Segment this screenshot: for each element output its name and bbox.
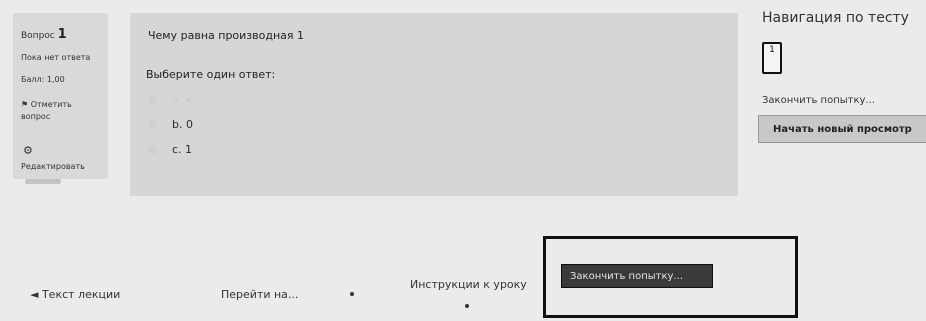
flag-label: Отметить вопрос: [21, 100, 72, 121]
question-status: Пока нет ответа: [21, 53, 91, 62]
question-grade: Балл: 1,00: [21, 75, 65, 84]
question-nav-button[interactable]: 1: [762, 42, 782, 74]
option-a-label[interactable]: a. x: [172, 93, 192, 106]
option-b-label[interactable]: b. 0: [172, 118, 193, 131]
question-number-row: Вопрос 1: [21, 27, 67, 42]
jump-to-select[interactable]: Перейти на...: [221, 288, 298, 301]
answer-prompt: Выберите один ответ:: [146, 68, 276, 81]
question-label: Вопрос: [21, 31, 55, 41]
bullet-icon: [465, 304, 469, 308]
option-b-radio[interactable]: [148, 120, 157, 129]
option-c-radio[interactable]: [148, 145, 157, 154]
question-text: Чему равна производная 1: [148, 29, 305, 42]
finish-attempt-button[interactable]: Закончить попытку...: [561, 264, 713, 288]
finish-attempt-link[interactable]: Закончить попытку...: [762, 95, 875, 106]
question-info-panel: Вопрос 1 Пока нет ответа Балл: 1,00 ⚑ От…: [13, 13, 108, 184]
edit-question-link[interactable]: Редактировать: [21, 162, 85, 171]
prev-lesson-link[interactable]: ◄ Текст лекции: [30, 288, 120, 301]
option-c-label[interactable]: c. 1: [172, 143, 192, 156]
bullet-icon: [350, 292, 354, 296]
question-number: 1: [57, 27, 67, 42]
option-a-radio[interactable]: [148, 95, 157, 104]
lesson-instructions-link[interactable]: Инструкции к уроку: [410, 278, 527, 291]
start-new-preview-button[interactable]: Начать новый просмотр: [758, 115, 926, 143]
blurred-text: [25, 179, 61, 184]
quiz-navigation-title: Навигация по тесту: [762, 10, 909, 26]
flag-question-link[interactable]: ⚑ Отметить вопрос: [21, 99, 101, 123]
flag-icon: ⚑: [21, 100, 29, 109]
gear-icon[interactable]: ⚙: [23, 144, 33, 157]
question-panel: Чему равна производная 1 Выберите один о…: [130, 13, 738, 196]
